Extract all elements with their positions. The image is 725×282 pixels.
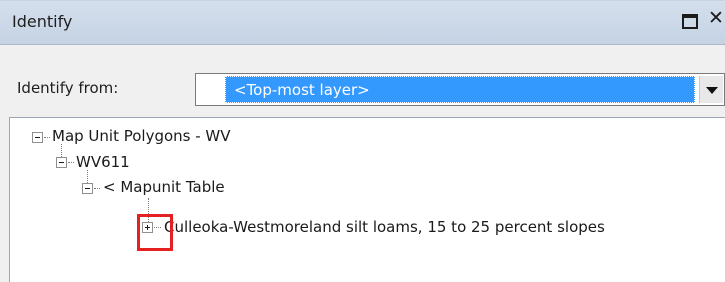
identify-window: Identify ✕ Identify from: <Top-most laye… xyxy=(0,0,725,282)
tree-collapse-icon[interactable] xyxy=(82,183,93,194)
window-title: Identify xyxy=(12,12,73,31)
identify-from-dropdown[interactable]: <Top-most layer> xyxy=(195,73,725,106)
tree-node-feature-label: WV611 xyxy=(76,153,130,171)
tree-connector xyxy=(44,137,50,138)
tree-connector xyxy=(68,162,74,163)
title-bar[interactable]: Identify ✕ xyxy=(0,1,725,45)
tree-connector xyxy=(94,188,100,189)
tree-collapse-icon[interactable] xyxy=(56,157,67,168)
identify-from-label: Identify from: xyxy=(17,79,119,97)
identify-from-selected-value[interactable]: <Top-most layer> xyxy=(225,76,695,103)
tree-collapse-icon[interactable] xyxy=(32,132,43,143)
close-icon[interactable]: ✕ xyxy=(708,9,724,28)
tree-node-layer-label: Map Unit Polygons - WV xyxy=(52,127,231,145)
chevron-down-icon[interactable] xyxy=(699,76,723,103)
highlight-box xyxy=(137,214,173,251)
identify-results-tree[interactable]: Map Unit Polygons - WV WV611 < Mapunit T… xyxy=(9,117,725,282)
maximize-icon[interactable] xyxy=(682,14,698,29)
tree-connector xyxy=(61,144,62,157)
tree-connector xyxy=(87,170,88,183)
tree-node-table-label: < Mapunit Table xyxy=(103,178,225,196)
tree-node-record-label: Culleoka-Westmoreland silt loams, 15 to … xyxy=(164,218,605,236)
identify-from-value-text: <Top-most layer> xyxy=(234,81,370,99)
identify-toolbar: Identify from: <Top-most layer> xyxy=(0,46,725,114)
